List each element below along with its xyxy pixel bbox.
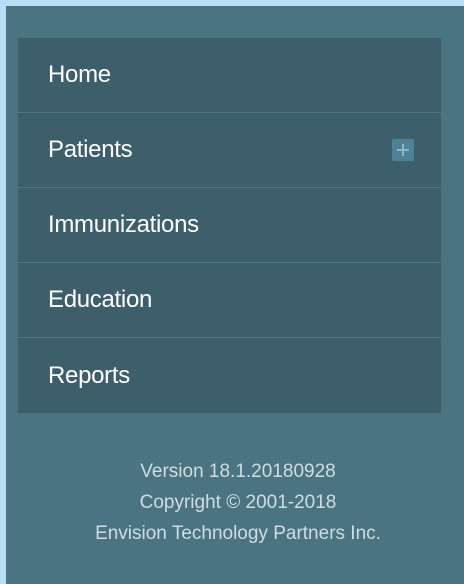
sidebar-panel: Home Patients Immunizations Education Re… <box>0 0 464 584</box>
plus-icon <box>397 144 409 156</box>
nav-item-reports[interactable]: Reports <box>18 338 441 413</box>
nav-item-home[interactable]: Home <box>18 38 441 113</box>
nav-item-label: Reports <box>48 361 130 389</box>
nav-item-patients[interactable]: Patients <box>18 113 441 188</box>
nav-item-label: Home <box>48 61 111 88</box>
nav-item-label: Education <box>48 286 153 313</box>
copyright-text: Copyright © 2001-2018 <box>139 492 337 513</box>
nav-item-label: Patients <box>48 136 133 163</box>
nav-item-education[interactable]: Education <box>18 263 441 338</box>
expand-patients-button[interactable] <box>392 139 414 161</box>
nav-item-immunizations[interactable]: Immunizations <box>18 188 441 263</box>
nav-item-label: Immunizations <box>48 211 199 238</box>
main-nav: Home Patients Immunizations Education Re… <box>18 38 441 413</box>
footer: Version 18.1.20180928 Copyright © 2001-2… <box>6 456 464 549</box>
company-text: Envision Technology Partners Inc. <box>95 523 381 544</box>
version-text: Version 18.1.20180928 <box>140 461 336 482</box>
